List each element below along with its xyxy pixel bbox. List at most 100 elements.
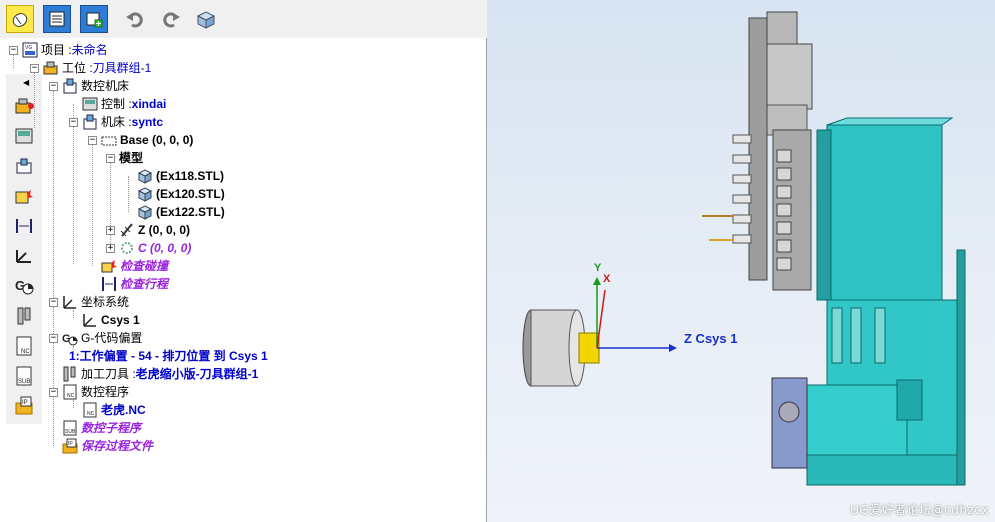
collapse-toggle[interactable]: − [88,135,97,145]
collision-icon [101,260,117,273]
c-axis-label: C (0, 0, 0) [138,241,192,255]
svg-text:NC: NC [67,393,75,399]
mouse-select-button[interactable] [6,5,34,33]
tree-label: 工位 : [62,61,93,75]
undo-button[interactable] [120,5,148,33]
x-axis-label: X [603,273,611,285]
stl-file-icon [137,205,153,220]
add-component-icon [86,12,103,28]
tree-label: 数控机床 [81,79,130,93]
gcode-offset-icon: G [62,333,78,346]
document-list-icon [49,11,65,27]
3d-viewport[interactable]: Y X Z Csys 1 UG爱好者论坛@cdhzcx [487,0,995,522]
tree-item-offset-entry[interactable]: 1:工作偏置 - 54 - 排刀位置 到 Csys 1 [69,347,268,365]
tree-item-coord-system[interactable]: − 坐标系统 [49,293,129,311]
tree-label: 机床 : [101,115,132,129]
redo-button[interactable] [158,5,186,33]
undo-icon [126,12,143,28]
view-cube-button[interactable] [192,5,220,33]
expand-toggle[interactable]: + [106,225,115,235]
document-list-button[interactable] [43,5,71,33]
tree-label: G-代码偏置 [81,331,143,345]
collapse-toggle[interactable]: − [49,81,58,91]
z-axis-label: Z (0, 0, 0) [138,223,191,237]
travel-label: 检查行程 [120,277,169,291]
model-label: 模型 [119,151,144,165]
tree-item-model[interactable]: − 模型 [106,149,143,167]
base-icon [101,136,117,146]
tool-name: 老虎缩小版-刀具群组-1 [135,367,259,381]
linear-axis-icon [120,223,133,237]
stl-label: (Ex122.STL) [156,205,225,219]
tree-item-control[interactable]: 控制 : xindai [69,95,166,113]
cutting-tool-icon [63,366,76,382]
tree-item-stl-2[interactable]: (Ex120.STL) [125,185,225,203]
collapse-toggle[interactable]: − [9,45,18,55]
tree-item-c-axis[interactable]: + C (0, 0, 0) [106,239,191,257]
tree-item-station[interactable]: − 工位 : 刀具群组-1 [30,59,151,77]
tree-item-gcode-offset[interactable]: − G G-代码偏置 [49,329,142,347]
collision-label: 检查碰撞 [120,259,169,273]
add-component-button[interactable] [80,5,108,33]
control-name: xindai [131,97,167,111]
stl-label: (Ex120.STL) [156,187,225,201]
svg-text:NC: NC [87,411,95,417]
project-tree-panel: ◀ G NC SUB IP − VG 项目 : 未命名 − 工位: 刀具群组-… [0,0,487,522]
tree-item-stl-3[interactable]: (Ex122.STL) [125,203,225,221]
tree-item-nc-machine[interactable]: − 数控机床 [49,77,129,95]
tree-item-project[interactable]: − VG 项目 : 未命名 [9,41,108,59]
tree-item-csys1[interactable]: Csys 1 [69,311,140,329]
svg-text:SUB: SUB [65,429,76,435]
svg-text:VG: VG [25,45,32,51]
tree-label: 控制 : [101,97,132,111]
view-cube-icon [196,11,216,29]
csys-icon [63,296,76,309]
sub-file-icon: SUB [63,420,77,436]
machine-icon [63,78,77,94]
tree-item-base[interactable]: − Base (0, 0, 0) [88,131,193,149]
tree-label: 项目 : [41,43,72,57]
collapse-toggle[interactable]: − [49,387,58,397]
tree-item-nc-subprogram[interactable]: SUB 数控子程序 [49,419,141,437]
toolbar [0,0,487,38]
tree-item-nc-program[interactable]: − NC 数控程序 [49,383,129,401]
tree-item-travel[interactable]: 检查行程 [88,275,168,293]
collapse-toggle[interactable]: − [30,63,39,73]
tree-item-z-axis[interactable]: + Z (0, 0, 0) [106,221,190,239]
machine-model [522,11,966,486]
tree-item-tool[interactable]: 加工刀具 : 老虎缩小版-刀具群组-1 [49,365,258,383]
svg-text:IP: IP [68,441,73,447]
tree-item-nc-file[interactable]: NC 老虎.NC [69,401,146,419]
project-tree: − VG 项目 : 未命名 − 工位 : 刀具群组-1 − 数控机床 控制 : … [0,38,487,522]
machine-name: syntc [131,115,164,129]
save-process-label: 保存过程文件 [81,439,154,453]
tree-label: 数控程序 [81,385,130,399]
stl-file-icon [137,187,153,202]
csys-label: Z Csys 1 [684,331,738,346]
tree-item-stl-1[interactable]: (Ex118.STL) [125,167,224,185]
collapse-toggle[interactable]: − [49,297,58,307]
folder-ip-icon: IP [62,438,78,454]
nc-subprogram-label: 数控子程序 [81,421,142,435]
tree-label: 坐标系统 [81,295,130,309]
redo-icon [163,12,180,28]
collapse-toggle[interactable]: − [49,333,58,343]
tree-item-machine[interactable]: − 机床 : syntc [69,113,163,131]
station-name: 刀具群组-1 [92,61,152,75]
tree-item-collision[interactable]: 检查碰撞 [88,257,168,275]
collapse-toggle[interactable]: − [106,153,115,163]
collapse-toggle[interactable]: − [69,117,78,127]
expand-toggle[interactable]: + [106,243,115,253]
mouse-select-icon [12,13,28,27]
control-panel-icon [82,97,98,111]
travel-limit-icon [102,277,116,291]
tree-item-save-process[interactable]: IP 保存过程文件 [49,437,153,455]
csys-icon [83,314,96,327]
station-icon [43,61,58,75]
rotary-axis-icon [121,242,133,254]
project-name: 未命名 [71,43,108,57]
stl-label: (Ex118.STL) [156,169,225,183]
nc-file-icon: NC [83,402,97,418]
stl-file-icon [137,169,153,184]
offset-entry-label: 1:工作偏置 - 54 - 排刀位置 到 Csys 1 [69,349,268,363]
